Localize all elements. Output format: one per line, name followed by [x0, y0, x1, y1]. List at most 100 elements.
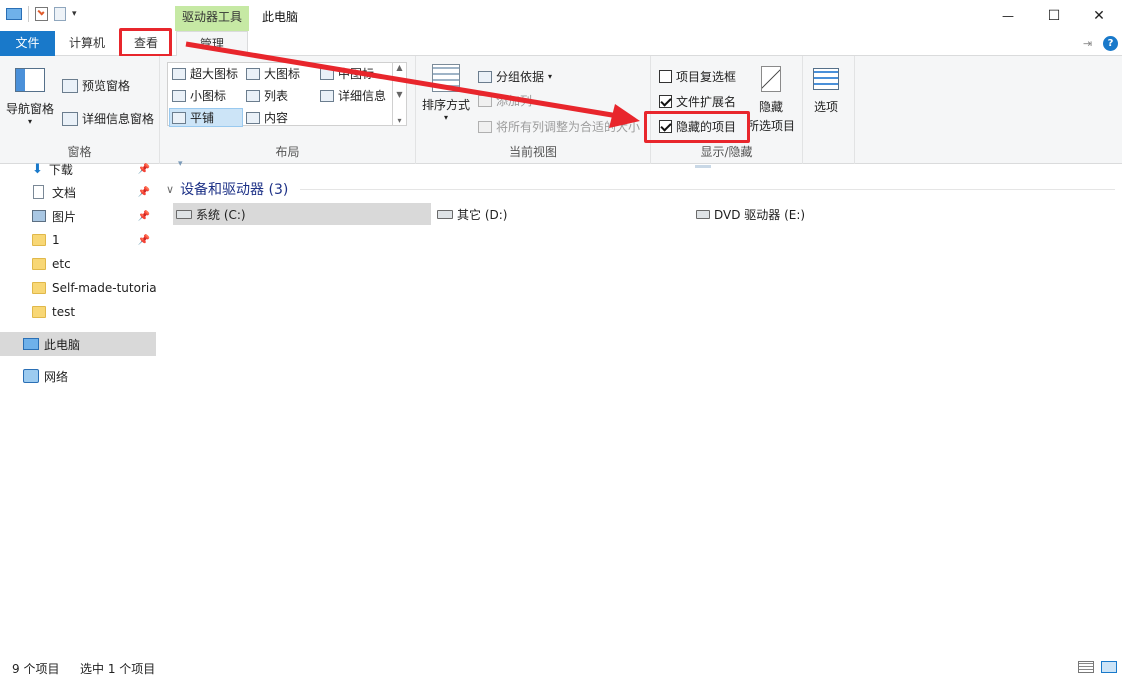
file-extensions-checkbox[interactable]: [659, 95, 672, 108]
hide-selected-label-2: 所选项目: [747, 119, 796, 133]
details-pane-button[interactable]: 详细信息窗格: [62, 110, 154, 127]
nav-item-folder-1[interactable]: 1 📌: [0, 228, 156, 252]
layout-label: 详细信息: [338, 89, 387, 103]
nav-item-this-pc[interactable]: 此电脑: [0, 332, 156, 356]
system-drive-icon: [176, 209, 192, 219]
document-icon: [33, 185, 44, 199]
options-button[interactable]: 选项: [813, 68, 839, 115]
add-columns-button[interactable]: 添加列: [478, 92, 532, 109]
layout-details[interactable]: 详细信息: [320, 87, 386, 104]
folder-icon: [32, 234, 46, 246]
preview-pane-icon: [62, 78, 78, 93]
tab-manage[interactable]: 管理: [176, 31, 248, 57]
scroll-down-icon[interactable]: ▼: [396, 90, 402, 99]
layout-gallery-scroll[interactable]: ▲ ▼ ▾: [392, 63, 406, 125]
nav-label: 此电脑: [44, 337, 81, 352]
pin-icon[interactable]: 📌: [138, 235, 150, 246]
nav-pane-button[interactable]: 导航窗格 ▾: [6, 68, 54, 126]
nav-item-network[interactable]: 网络: [0, 364, 156, 388]
tab-computer[interactable]: 计算机: [58, 31, 116, 56]
details-pane-icon: [62, 111, 78, 126]
pin-ribbon-icon[interactable]: ⇥: [1083, 37, 1092, 50]
hide-selected-label-1: 隐藏: [759, 100, 784, 114]
nav-item-documents[interactable]: 文档 📌: [0, 180, 156, 204]
hide-selected-icon: [761, 66, 781, 92]
layout-list[interactable]: 列表: [246, 87, 288, 104]
layout-label: 大图标: [264, 67, 301, 81]
chevron-down-icon: ▾: [548, 72, 553, 81]
close-button[interactable]: ✕: [1076, 0, 1122, 31]
computer-icon[interactable]: [6, 8, 22, 20]
size-all-columns-label: 将所有列调整为合适的大小: [496, 120, 641, 134]
nav-item-downloads[interactable]: ⬇ 下载 📌: [0, 157, 156, 181]
preview-pane-label: 预览窗格: [82, 79, 131, 93]
scroll-thumb[interactable]: [695, 165, 711, 168]
layout-large-icons[interactable]: 大图标: [246, 65, 300, 82]
group-divider: [300, 189, 1115, 190]
group-by-button[interactable]: 分组依据 ▾: [478, 68, 552, 85]
details-pane-label: 详细信息窗格: [82, 112, 155, 126]
file-extensions-option[interactable]: 文件扩展名: [659, 93, 736, 110]
add-columns-label: 添加列: [496, 94, 533, 108]
help-icon[interactable]: ?: [1103, 36, 1118, 51]
nav-pane-icon: [15, 68, 45, 92]
devices-group-header[interactable]: ∨ 设备和驱动器 (3): [166, 179, 288, 199]
expand-gallery-icon[interactable]: ▾: [397, 116, 401, 125]
ribbon-view: 导航窗格 ▾ 预览窗格 详细信息窗格 窗格 布局 超大图标 大图标 中图标 小图…: [0, 56, 1122, 164]
details-view-icon[interactable]: [1078, 661, 1094, 673]
highlight-view-tab: [119, 28, 172, 57]
group-by-icon: [478, 70, 492, 83]
size-all-columns-button[interactable]: 将所有列调整为合适的大小: [478, 118, 640, 135]
nav-item-self-made-tutoria[interactable]: Self-made-tutoria: [0, 276, 156, 300]
drive-c[interactable]: 系统 (C:): [173, 203, 431, 225]
pane-group: 导航窗格 ▾ 预览窗格 详细信息窗格 窗格: [0, 56, 160, 164]
list-icon: [246, 89, 260, 102]
properties-icon[interactable]: [35, 7, 48, 21]
drive-d[interactable]: 其它 (D:): [434, 203, 690, 225]
layout-extra-large-icons[interactable]: 超大图标: [172, 65, 238, 82]
nav-item-pictures[interactable]: 图片 📌: [0, 204, 156, 228]
layout-content[interactable]: 内容: [246, 109, 288, 126]
layout-small-icons[interactable]: 小图标: [172, 87, 226, 104]
pin-icon[interactable]: 📌: [138, 187, 150, 198]
this-pc-icon: [23, 338, 39, 350]
nav-label: 1: [52, 233, 60, 247]
window-title: 此电脑: [262, 10, 299, 24]
customize-toolbar-icon[interactable]: ▾: [72, 9, 77, 19]
close-icon: ✕: [1093, 7, 1105, 24]
pictures-icon: [32, 210, 46, 222]
item-checkboxes-checkbox[interactable]: [659, 70, 672, 83]
item-checkboxes-option[interactable]: 项目复选框: [659, 68, 736, 85]
tab-file[interactable]: 文件: [0, 31, 55, 56]
new-folder-icon[interactable]: [54, 7, 66, 21]
nav-item-etc[interactable]: etc: [0, 252, 156, 276]
maximize-button[interactable]: ☐: [1031, 0, 1077, 31]
chevron-down-icon: ∨: [166, 182, 175, 196]
drive-label: 其它 (D:): [457, 207, 508, 222]
status-selected-count: 选中 1 个项目: [80, 662, 156, 676]
nav-label: 图片: [52, 209, 77, 224]
tiles-view-icon[interactable]: [1101, 661, 1117, 673]
current-view-group: 排序方式 ▾ 分组依据 ▾ 添加列 将所有列调整为合适的大小 当前视图: [416, 56, 651, 164]
layout-tiles[interactable]: 平铺: [169, 108, 243, 127]
nav-label: test: [52, 305, 76, 319]
minimize-icon: —: [1002, 8, 1014, 23]
layout-medium-icons[interactable]: 中图标: [320, 65, 374, 82]
pin-icon[interactable]: 📌: [138, 164, 150, 175]
add-columns-icon: [478, 94, 492, 107]
small-icons-icon: [172, 89, 186, 102]
hide-selected-button[interactable]: 隐藏 所选项目: [747, 66, 795, 134]
layout-label: 内容: [264, 111, 289, 125]
content-pane: ▾ ∨ 设备和驱动器 (3) 系统 (C:) 其它 (D:) DVD 驱动器 (…: [158, 159, 1122, 655]
preview-pane-button[interactable]: 预览窗格: [62, 77, 130, 94]
nav-item-test[interactable]: test: [0, 300, 156, 324]
nav-label: Self-made-tutoria: [52, 281, 156, 295]
minimize-button[interactable]: —: [985, 0, 1031, 31]
layout-label: 小图标: [190, 89, 227, 103]
scroll-up-icon[interactable]: ▲: [396, 63, 402, 72]
sort-by-button[interactable]: 排序方式 ▾: [422, 64, 470, 122]
drive-label: DVD 驱动器 (E:): [714, 207, 806, 222]
drive-e[interactable]: DVD 驱动器 (E:): [693, 203, 949, 225]
layout-gallery: 超大图标 大图标 中图标 小图标 列表 详细信息 平铺 内容 ▲ ▼ ▾: [167, 62, 407, 127]
pin-icon[interactable]: 📌: [138, 211, 150, 222]
